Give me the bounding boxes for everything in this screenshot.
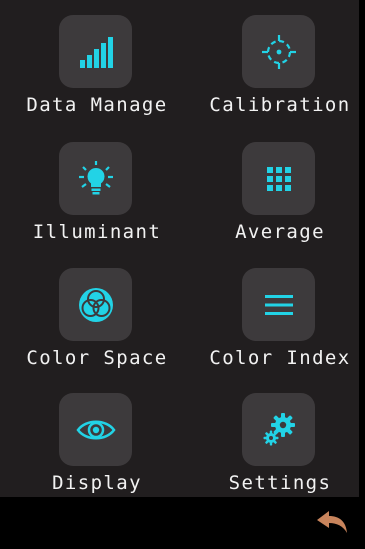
screen: Data Manage Calibration Illuminant Avera… bbox=[0, 0, 365, 549]
average-icon-box bbox=[242, 142, 315, 215]
display-icon-box bbox=[59, 393, 132, 466]
bottom-bar bbox=[0, 497, 359, 549]
list-lines-icon bbox=[264, 294, 293, 315]
calibration-button[interactable]: Calibration bbox=[205, 15, 355, 135]
calibration-icon-box bbox=[242, 15, 315, 88]
color-circles-icon bbox=[78, 287, 113, 322]
back-button[interactable] bbox=[315, 507, 349, 537]
settings-label: Settings bbox=[228, 472, 332, 494]
settings-icon-box bbox=[242, 393, 315, 466]
color-index-label: Color Index bbox=[209, 347, 351, 369]
back-arrow-icon bbox=[317, 511, 347, 533]
data-manage-button[interactable]: Data Manage bbox=[22, 15, 172, 135]
main-menu-panel: Data Manage Calibration Illuminant Avera… bbox=[0, 0, 359, 497]
display-label: Display bbox=[52, 472, 142, 494]
grid-icon bbox=[266, 166, 291, 191]
display-button[interactable]: Display bbox=[22, 393, 172, 513]
color-space-button[interactable]: Color Space bbox=[22, 268, 172, 388]
calibration-label: Calibration bbox=[209, 94, 351, 116]
data-manage-label: Data Manage bbox=[26, 94, 168, 116]
illuminant-button[interactable]: Illuminant bbox=[22, 142, 172, 262]
signal-bars-icon bbox=[79, 36, 113, 68]
color-index-icon-box bbox=[242, 268, 315, 341]
average-label: Average bbox=[235, 221, 325, 243]
illuminant-label: Illuminant bbox=[32, 221, 162, 243]
eye-icon bbox=[75, 420, 116, 439]
lightbulb-icon bbox=[78, 160, 113, 194]
illuminant-icon-box bbox=[59, 142, 132, 215]
gears-icon bbox=[263, 412, 295, 445]
crosshair-icon bbox=[261, 34, 296, 69]
data-manage-icon-box bbox=[59, 15, 132, 88]
color-index-button[interactable]: Color Index bbox=[205, 268, 355, 388]
average-button[interactable]: Average bbox=[205, 142, 355, 262]
color-space-label: Color Space bbox=[26, 347, 168, 369]
settings-button[interactable]: Settings bbox=[205, 393, 355, 513]
color-space-icon-box bbox=[59, 268, 132, 341]
